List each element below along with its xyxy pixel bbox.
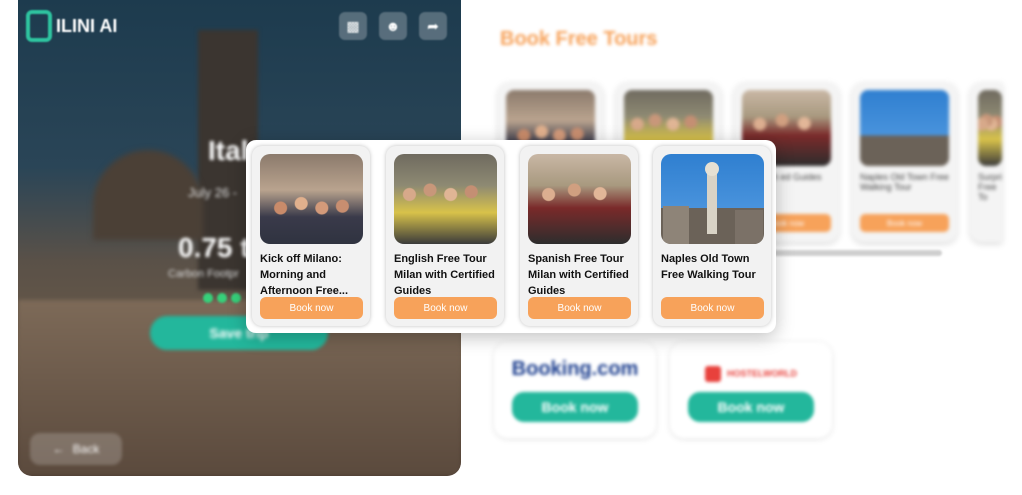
photo-statue bbox=[705, 162, 719, 176]
tour-photo bbox=[860, 90, 949, 166]
photo-building bbox=[663, 206, 689, 244]
booking-logo: Booking.com bbox=[511, 358, 639, 380]
back-label: Back bbox=[72, 442, 100, 456]
tour-title: Spanish Free Tour Milan with Certified G… bbox=[528, 253, 629, 297]
tour-card-title: Surpri Free To bbox=[978, 172, 1002, 202]
book-now-button[interactable]: Book now bbox=[860, 214, 949, 232]
carbon-label: Carbon Footpr bbox=[168, 268, 239, 280]
tour-card[interactable]: English Free Tour Milan with Certified G… bbox=[386, 146, 504, 326]
photo-monument bbox=[707, 172, 717, 234]
tour-photo bbox=[394, 154, 497, 244]
hostelworld-book-now-button[interactable]: Book now bbox=[688, 392, 814, 422]
photo-building bbox=[735, 210, 763, 244]
section-heading: Book Free Tours bbox=[500, 28, 658, 50]
hero-dome-image bbox=[93, 150, 203, 240]
logo-mark-icon bbox=[26, 10, 52, 42]
hostelworld-partner-card[interactable]: HOSTELWORLD Book now bbox=[670, 342, 832, 438]
book-now-button[interactable]: Book now bbox=[394, 297, 497, 319]
app-logo[interactable]: ILINI AI bbox=[26, 10, 117, 42]
hostelworld-mark-icon bbox=[705, 366, 721, 382]
book-now-button[interactable]: Book now bbox=[528, 297, 631, 319]
tour-title: Naples Old Town Free Walking Tour bbox=[661, 253, 756, 281]
hero-toolbar: ▩ ☻ ➦ bbox=[339, 12, 447, 40]
destination-city: Ital bbox=[208, 135, 249, 166]
hostelworld-logo: HOSTELWORLD bbox=[670, 366, 832, 382]
back-button[interactable]: ← Back bbox=[30, 433, 122, 465]
user-icon[interactable]: ☻ bbox=[379, 12, 407, 40]
carbon-rating-dots bbox=[203, 293, 241, 303]
tour-card[interactable]: Kick off Milano: Morning and Afternoon F… bbox=[252, 146, 370, 326]
tour-photo bbox=[260, 154, 363, 244]
tour-title: Kick off Milano: Morning and Afternoon F… bbox=[260, 253, 349, 297]
tour-card-title: Naples Old Town Free Walking Tour bbox=[860, 172, 949, 192]
booking-book-now-button[interactable]: Book now bbox=[512, 392, 638, 422]
tour-photo bbox=[661, 154, 764, 244]
trip-dates: July 26 - bbox=[188, 185, 238, 200]
tour-photo bbox=[978, 90, 1002, 166]
arrow-left-icon: ← bbox=[52, 442, 65, 456]
booking-partner-card[interactable]: Booking.com Book now bbox=[494, 342, 656, 438]
free-tours-popup: Kick off Milano: Morning and Afternoon F… bbox=[246, 140, 776, 333]
hostelworld-name: HOSTELWORLD bbox=[727, 368, 797, 379]
tour-card-background[interactable]: Naples Old Town Free Walking Tour Book n… bbox=[852, 82, 957, 242]
car-icon[interactable]: ▩ bbox=[339, 12, 367, 40]
tour-card[interactable]: Spanish Free Tour Milan with Certified G… bbox=[520, 146, 638, 326]
book-now-button[interactable]: Book now bbox=[661, 297, 764, 319]
tour-photo bbox=[528, 154, 631, 244]
tour-title: English Free Tour Milan with Certified G… bbox=[394, 253, 495, 297]
carbon-value: 0.75 t bbox=[178, 232, 250, 263]
tour-card-background[interactable]: Surpri Free To bbox=[970, 82, 1002, 242]
share-icon[interactable]: ➦ bbox=[419, 12, 447, 40]
tour-card[interactable]: Naples Old Town Free Walking Tour Book n… bbox=[653, 146, 771, 326]
book-now-button[interactable]: Book now bbox=[260, 297, 363, 319]
brand-name: ILINI AI bbox=[56, 15, 118, 36]
